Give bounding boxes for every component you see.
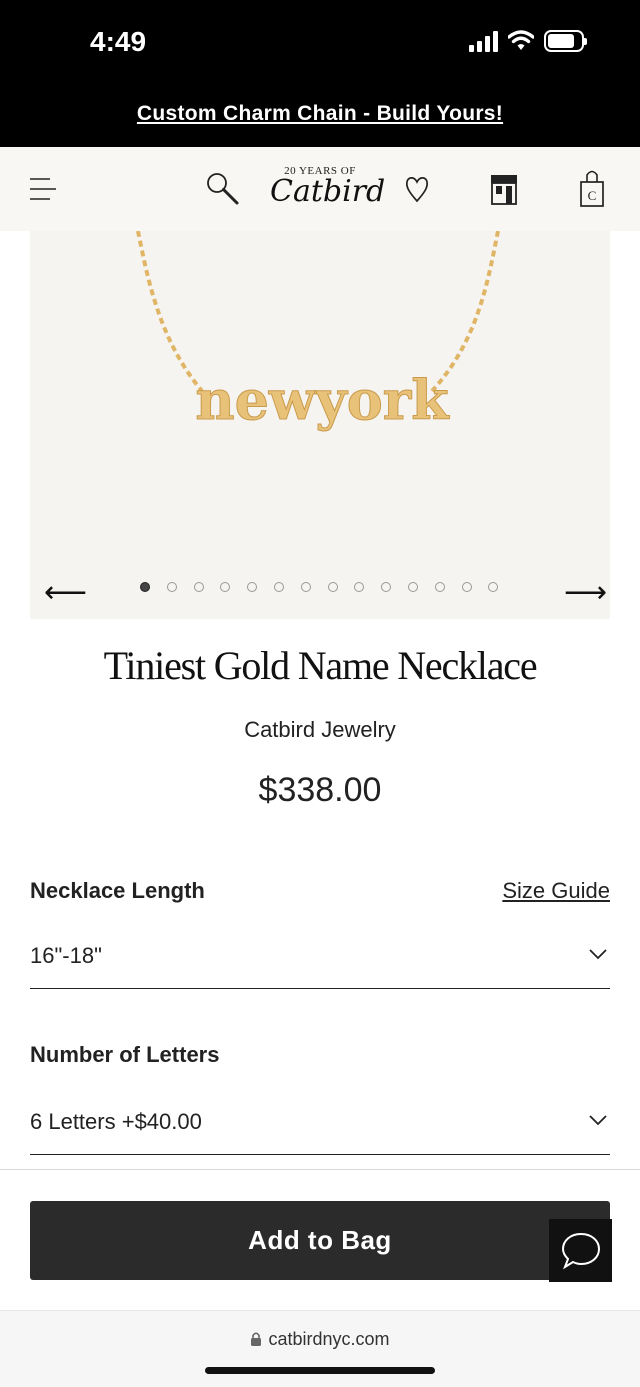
search-icon[interactable] bbox=[204, 167, 242, 211]
divider bbox=[0, 1169, 640, 1170]
url-text: catbirdnyc.com bbox=[0, 1329, 640, 1350]
carousel-dot[interactable] bbox=[488, 582, 499, 592]
carousel-dot[interactable] bbox=[354, 582, 365, 592]
battery-icon bbox=[544, 30, 587, 52]
carousel-dot[interactable] bbox=[327, 582, 338, 592]
lock-icon bbox=[251, 1332, 262, 1346]
number-of-letters-label: Number of Letters bbox=[30, 1042, 220, 1067]
chat-button[interactable] bbox=[549, 1219, 612, 1282]
product-title: Tiniest Gold Name Necklace bbox=[103, 643, 538, 688]
product-price: $338.00 bbox=[258, 771, 382, 809]
necklace-length-select[interactable]: 16"-18" bbox=[30, 935, 610, 989]
carousel-dot[interactable] bbox=[461, 582, 472, 592]
signal-icon bbox=[469, 30, 498, 52]
bag-icon[interactable]: C bbox=[578, 167, 606, 211]
home-indicator bbox=[205, 1367, 435, 1374]
necklace-text: newyork bbox=[195, 368, 450, 432]
chevron-down-icon bbox=[589, 949, 607, 960]
necklace-length-value: 16"-18" bbox=[30, 943, 102, 968]
wifi-icon bbox=[508, 30, 534, 50]
promo-banner-link[interactable]: Custom Charm Chain - Build Yours! bbox=[0, 102, 640, 126]
carousel-dot[interactable] bbox=[273, 582, 284, 592]
svg-text:C: C bbox=[588, 188, 597, 203]
necklace-illustration: newyork bbox=[136, 231, 500, 433]
browser-url-bar[interactable]: catbirdnyc.com bbox=[0, 1310, 640, 1387]
heart-icon[interactable] bbox=[404, 167, 430, 211]
prev-arrow-icon[interactable]: ⟵ bbox=[44, 575, 87, 610]
chevron-down-icon bbox=[589, 1115, 607, 1126]
status-icons bbox=[469, 30, 587, 52]
carousel-dot[interactable] bbox=[381, 582, 392, 592]
carousel-dot[interactable] bbox=[300, 582, 311, 592]
status-time: 4:49 bbox=[90, 26, 147, 57]
size-guide-link[interactable]: Size Guide bbox=[502, 878, 610, 904]
carousel-dot[interactable] bbox=[434, 582, 445, 592]
store-icon[interactable] bbox=[488, 167, 520, 211]
carousel-dot[interactable] bbox=[407, 582, 418, 592]
catbird-logo[interactable]: 20 YEARS OF Catbird bbox=[270, 165, 385, 207]
carousel-dot[interactable] bbox=[247, 582, 258, 592]
carousel-dot[interactable] bbox=[140, 582, 150, 592]
number-of-letters-value: 6 Letters +$40.00 bbox=[30, 1109, 202, 1134]
product-brand[interactable]: Catbird Jewelry bbox=[0, 717, 640, 743]
carousel-dot[interactable] bbox=[220, 582, 231, 592]
carousel-dot[interactable] bbox=[193, 582, 204, 592]
product-image[interactable]: newyork bbox=[30, 231, 610, 619]
carousel-dot[interactable] bbox=[166, 582, 177, 592]
add-to-bag-button[interactable]: Add to Bag bbox=[30, 1201, 610, 1280]
chat-bubble-icon bbox=[561, 1232, 600, 1269]
menu-icon[interactable] bbox=[28, 167, 58, 211]
number-of-letters-select[interactable]: 6 Letters +$40.00 bbox=[30, 1101, 610, 1155]
site-header: 20 YEARS OF Catbird C bbox=[0, 147, 640, 231]
next-arrow-icon[interactable]: ⟶ bbox=[564, 575, 607, 610]
carousel-dots bbox=[140, 582, 499, 592]
necklace-length-label: Necklace Length bbox=[30, 878, 205, 903]
